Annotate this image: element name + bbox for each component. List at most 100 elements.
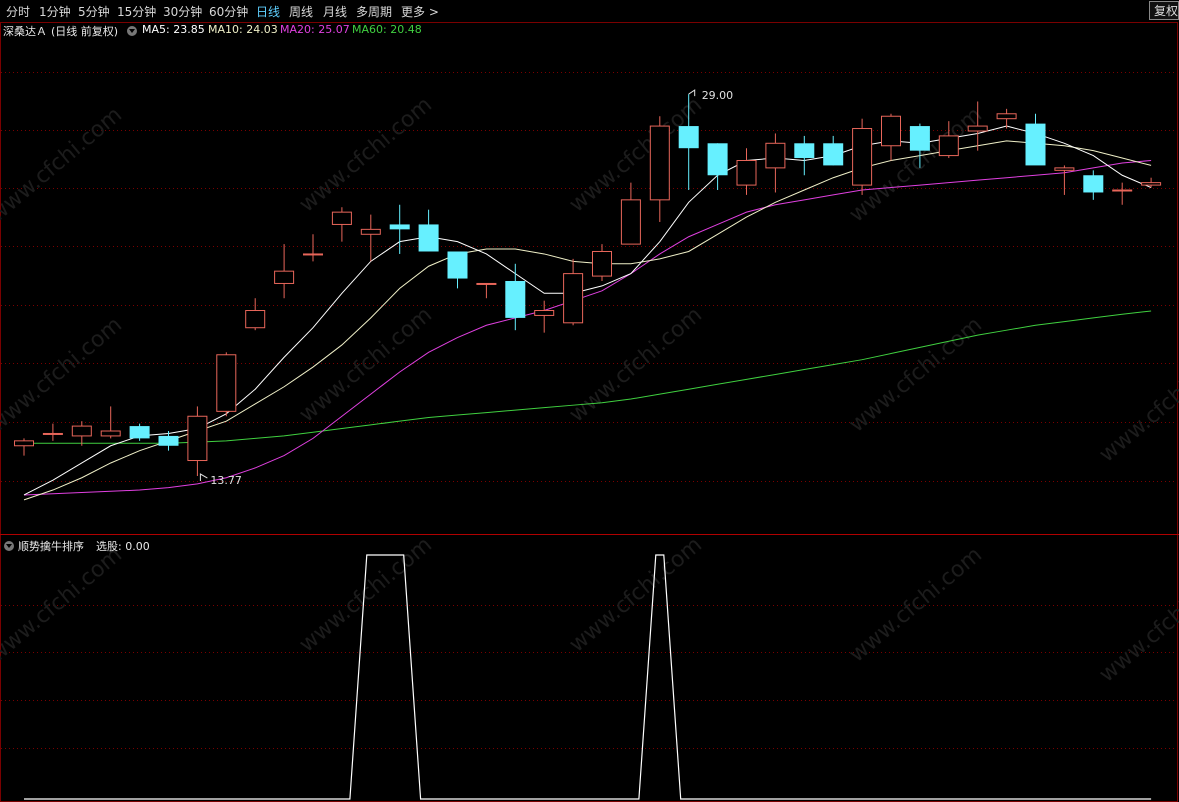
watermark-layer: www.cfchi.com www.cfchi.com www.cfchi.com w… (0, 92, 1179, 687)
candle[interactable] (592, 244, 612, 281)
candle[interactable] (620, 182, 641, 245)
candle[interactable] (823, 135, 844, 166)
tab-60min[interactable]: 60分钟 (209, 3, 248, 20)
watermark-text: www.cfchi.com (295, 532, 437, 657)
candle-body (389, 224, 410, 230)
tab-more[interactable]: 更多 > (401, 3, 439, 20)
indicator-line (24, 554, 1152, 800)
candle[interactable] (1054, 165, 1075, 195)
kline-chart[interactable]: www.cfchi.com www.cfchi.com www.cfchi.com w… (0, 0, 1179, 802)
candle[interactable] (881, 113, 901, 161)
candle-body (620, 199, 641, 245)
candle[interactable] (42, 423, 63, 441)
tab-multi-period[interactable]: 多周期 (356, 3, 392, 20)
candle[interactable] (418, 209, 439, 252)
candle-body (678, 126, 699, 149)
candle[interactable] (14, 438, 34, 456)
candle[interactable] (274, 244, 295, 299)
candle-body (42, 432, 63, 435)
watermark-text: www.cfchi.com (565, 532, 707, 657)
candle[interactable] (476, 282, 497, 299)
candle-body (331, 211, 352, 225)
candle[interactable] (852, 118, 873, 195)
candle[interactable] (765, 133, 786, 193)
period-toolbar: 分时 1分钟 5分钟 15分钟 30分钟 60分钟 日线 周线 月线 多周期 更… (0, 0, 1179, 22)
tab-more-label: 更多 (401, 5, 426, 19)
watermark-text: www.cfchi.com (845, 312, 987, 437)
low-price-label: 13.77 (210, 474, 242, 487)
candle-body (967, 125, 988, 132)
candle[interactable] (71, 421, 92, 446)
candle-body (1112, 189, 1133, 192)
tab-daily[interactable]: 日线 (256, 3, 280, 20)
candle-body (129, 426, 150, 439)
indicator-series[interactable] (24, 554, 1152, 800)
candle[interactable] (1112, 182, 1133, 205)
candle[interactable] (129, 423, 150, 441)
candle[interactable] (216, 352, 237, 417)
candle[interactable] (563, 258, 584, 326)
period-label: (日线 前复权) (51, 25, 119, 38)
candle-body (360, 228, 381, 235)
candle[interactable] (707, 143, 728, 191)
candle-body (476, 282, 497, 285)
candle[interactable] (331, 207, 352, 242)
tab-weekly[interactable]: 周线 (289, 3, 313, 20)
ma5-value: MA5: 23.85 (142, 23, 205, 36)
candle-body (274, 270, 295, 284)
watermark-text: www.cfchi.com (0, 312, 127, 437)
candle-body (823, 143, 844, 166)
candle[interactable] (649, 116, 670, 222)
indicator-dropdown-icon[interactable] (4, 541, 14, 551)
ma10-value: MA10: 24.03 (208, 23, 278, 36)
tab-15min[interactable]: 15分钟 (117, 3, 156, 20)
candle-body (852, 128, 873, 186)
candle-body (881, 115, 901, 147)
candle[interactable] (1083, 170, 1104, 200)
candle-body (996, 113, 1017, 120)
watermark-text: www.cfchi.com (0, 102, 127, 227)
candle-body (909, 126, 930, 151)
candle-body (505, 281, 526, 318)
candle-body (100, 430, 121, 437)
candle[interactable] (187, 406, 208, 477)
candle[interactable] (736, 148, 757, 195)
candle[interactable] (360, 214, 381, 262)
candle-body (447, 251, 468, 279)
candle-body (649, 125, 670, 201)
candle-body (765, 142, 786, 169)
candle-body (707, 143, 728, 176)
candle[interactable] (505, 263, 526, 331)
candle-body (158, 435, 179, 446)
candle-body (1141, 182, 1162, 186)
ma20-value: MA20: 25.07 (280, 23, 350, 36)
watermark-text: www.cfchi.com (565, 302, 707, 427)
candle[interactable] (996, 108, 1017, 129)
tab-1min[interactable]: 1分钟 (39, 3, 71, 20)
candle[interactable] (303, 234, 323, 262)
candle-body (303, 253, 323, 256)
candle[interactable] (1141, 177, 1162, 188)
restore-rights-button[interactable]: 复权 (1149, 1, 1179, 20)
tab-5min[interactable]: 5分钟 (78, 3, 110, 20)
tab-fenshi[interactable]: 分时 (6, 3, 30, 20)
candle[interactable] (245, 298, 266, 331)
candle-body (736, 160, 757, 186)
watermark-text: www.cfchi.com (295, 92, 437, 217)
high-price-label: 29.00 (702, 89, 734, 102)
ma60-value: MA60: 20.48 (352, 23, 422, 36)
candle[interactable] (1025, 113, 1046, 166)
candle[interactable] (794, 135, 815, 176)
indicator-name: 顺势擒牛排序 (18, 540, 84, 553)
candle-body (71, 425, 92, 437)
tab-30min[interactable]: 30分钟 (163, 3, 202, 20)
candle-body (1083, 175, 1104, 193)
watermark-text: www.cfchi.com (1095, 342, 1179, 467)
candle[interactable] (447, 251, 468, 289)
tab-monthly[interactable]: 月线 (323, 3, 347, 20)
watermark-text: www.cfchi.com (565, 92, 707, 217)
dropdown-circle-icon[interactable] (127, 26, 137, 36)
candle-body (14, 440, 34, 447)
candle-body (1054, 167, 1075, 171)
watermark-text: www.cfchi.com (1095, 562, 1179, 687)
